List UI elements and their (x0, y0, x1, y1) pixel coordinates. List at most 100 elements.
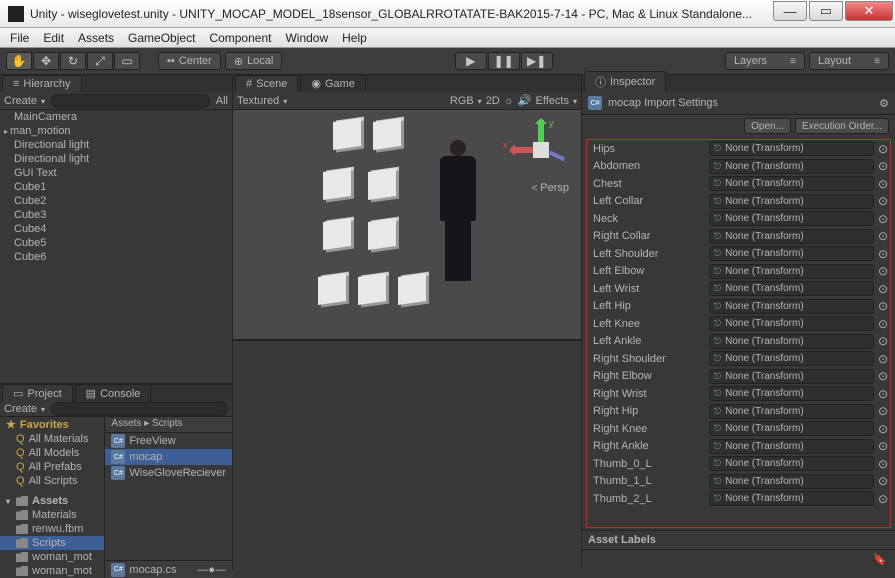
orientation-gizmo[interactable]: y x (511, 120, 571, 180)
menu-window[interactable]: Window (285, 31, 328, 45)
object-picker-icon[interactable]: ⊙ (878, 352, 888, 366)
close-button[interactable]: ✕ (845, 1, 893, 21)
execution-order-button[interactable]: Execution Order... (795, 118, 889, 134)
object-picker-icon[interactable]: ⊙ (878, 212, 888, 226)
object-picker-icon[interactable]: ⊙ (878, 474, 888, 488)
rgb-mode[interactable]: RGB (450, 95, 482, 107)
object-picker-icon[interactable]: ⊙ (878, 177, 888, 191)
hierarchy-item[interactable]: Directional light (0, 152, 232, 166)
move-tool[interactable]: ✥ (33, 52, 59, 70)
transform-slot[interactable]: None (Transform) (709, 491, 874, 506)
hierarchy-item[interactable]: Cube4 (0, 222, 232, 236)
hierarchy-item[interactable]: Directional light (0, 138, 232, 152)
slider-icon[interactable]: —●— (197, 564, 226, 576)
hierarchy-item[interactable]: Cube3 (0, 208, 232, 222)
hierarchy-item[interactable]: Cube6 (0, 250, 232, 264)
menu-assets[interactable]: Assets (78, 31, 114, 45)
folder-item[interactable]: renwu.fbm (0, 522, 104, 536)
open-button[interactable]: Open... (744, 118, 791, 134)
transform-slot[interactable]: None (Transform) (709, 386, 874, 401)
file-item[interactable]: C#FreeView (105, 433, 232, 449)
transform-slot[interactable]: None (Transform) (709, 439, 874, 454)
2d-toggle[interactable]: 2D (486, 95, 500, 107)
transform-slot[interactable]: None (Transform) (709, 141, 874, 156)
shading-mode[interactable]: Textured (237, 95, 287, 107)
audio-icon[interactable]: 🔊 (518, 94, 532, 107)
transform-slot[interactable]: None (Transform) (709, 456, 874, 471)
fav-item[interactable]: QAll Models (0, 446, 104, 460)
favorites-header[interactable]: Favorites (0, 417, 104, 432)
file-item[interactable]: C#WiseGloveReciever (105, 465, 232, 481)
step-button[interactable]: ▶❚ (521, 52, 553, 70)
transform-slot[interactable]: None (Transform) (709, 246, 874, 261)
object-picker-icon[interactable]: ⊙ (878, 282, 888, 296)
scale-tool[interactable]: ⤢ (87, 52, 113, 70)
folder-item[interactable]: woman_mot (0, 550, 104, 564)
hierarchy-tab[interactable]: ≡Hierarchy (2, 75, 82, 92)
rotate-tool[interactable]: ↻ (60, 52, 86, 70)
object-picker-icon[interactable]: ⊙ (878, 317, 888, 331)
transform-slot[interactable]: None (Transform) (709, 264, 874, 279)
object-picker-icon[interactable]: ⊙ (878, 194, 888, 208)
transform-slot[interactable]: None (Transform) (709, 316, 874, 331)
transform-slot[interactable]: None (Transform) (709, 159, 874, 174)
folder-item[interactable]: Materials (0, 508, 104, 522)
object-picker-icon[interactable]: ⊙ (878, 159, 888, 173)
menu-help[interactable]: Help (342, 31, 367, 45)
effects-dropdown[interactable]: Effects (536, 95, 577, 107)
transform-slot[interactable]: None (Transform) (709, 211, 874, 226)
maximize-button[interactable]: ▭ (809, 1, 843, 21)
transform-slot[interactable]: None (Transform) (709, 334, 874, 349)
object-picker-icon[interactable]: ⊙ (878, 142, 888, 156)
object-picker-icon[interactable]: ⊙ (878, 404, 888, 418)
inspector-tab[interactable]: ⓘInspector (584, 71, 666, 92)
fav-item[interactable]: QAll Prefabs (0, 460, 104, 474)
object-picker-icon[interactable]: ⊙ (878, 369, 888, 383)
transform-slot[interactable]: None (Transform) (709, 281, 874, 296)
folder-item[interactable]: woman_mot (0, 564, 104, 578)
transform-slot[interactable]: None (Transform) (709, 194, 874, 209)
object-picker-icon[interactable]: ⊙ (878, 229, 888, 243)
hierarchy-item[interactable]: GUI Text (0, 166, 232, 180)
object-picker-icon[interactable]: ⊙ (878, 439, 888, 453)
transform-slot[interactable]: None (Transform) (709, 176, 874, 191)
scene-viewport[interactable]: y x < Persp (233, 110, 581, 339)
hierarchy-search[interactable] (51, 94, 210, 108)
transform-slot[interactable]: None (Transform) (709, 474, 874, 489)
object-picker-icon[interactable]: ⊙ (878, 387, 888, 401)
hierarchy-item[interactable]: Cube1 (0, 180, 232, 194)
hand-tool[interactable]: ✋ (6, 52, 32, 70)
pivot-center-button[interactable]: ▪▪Center (158, 52, 221, 70)
layers-dropdown[interactable]: Layers (725, 52, 805, 70)
light-icon[interactable]: ☼ (504, 95, 514, 107)
project-create-button[interactable]: Create (4, 403, 45, 415)
menu-component[interactable]: Component (209, 31, 271, 45)
pivot-local-button[interactable]: ⊕Local (225, 52, 283, 70)
game-tab[interactable]: ◉Game (300, 74, 366, 92)
hierarchy-item[interactable]: Cube5 (0, 236, 232, 250)
transform-slot[interactable]: None (Transform) (709, 404, 874, 419)
hierarchy-item[interactable]: man_motion (0, 124, 232, 138)
file-item-selected[interactable]: C#mocap (105, 449, 232, 465)
assets-header[interactable]: Assets (0, 494, 104, 508)
minimize-button[interactable]: — (773, 1, 807, 21)
menu-file[interactable]: File (10, 31, 29, 45)
fav-item[interactable]: QAll Scripts (0, 474, 104, 488)
persp-label[interactable]: < Persp (532, 182, 569, 194)
project-tab[interactable]: ▭Project (2, 384, 73, 402)
object-picker-icon[interactable]: ⊙ (878, 264, 888, 278)
gear-icon[interactable]: ⚙ (879, 97, 889, 110)
fav-item[interactable]: QAll Materials (0, 432, 104, 446)
hierarchy-item[interactable]: MainCamera (0, 110, 232, 124)
object-picker-icon[interactable]: ⊙ (878, 247, 888, 261)
scene-tab[interactable]: #Scene (235, 75, 298, 92)
project-search[interactable] (51, 402, 228, 416)
folder-item-selected[interactable]: Scripts (0, 536, 104, 550)
object-picker-icon[interactable]: ⊙ (878, 299, 888, 313)
project-breadcrumb[interactable]: Assets ▸ Scripts (105, 417, 232, 433)
transform-slot[interactable]: None (Transform) (709, 369, 874, 384)
rect-tool[interactable]: ▭ (114, 52, 140, 70)
menu-edit[interactable]: Edit (43, 31, 64, 45)
pause-button[interactable]: ❚❚ (488, 52, 520, 70)
transform-slot[interactable]: None (Transform) (709, 421, 874, 436)
